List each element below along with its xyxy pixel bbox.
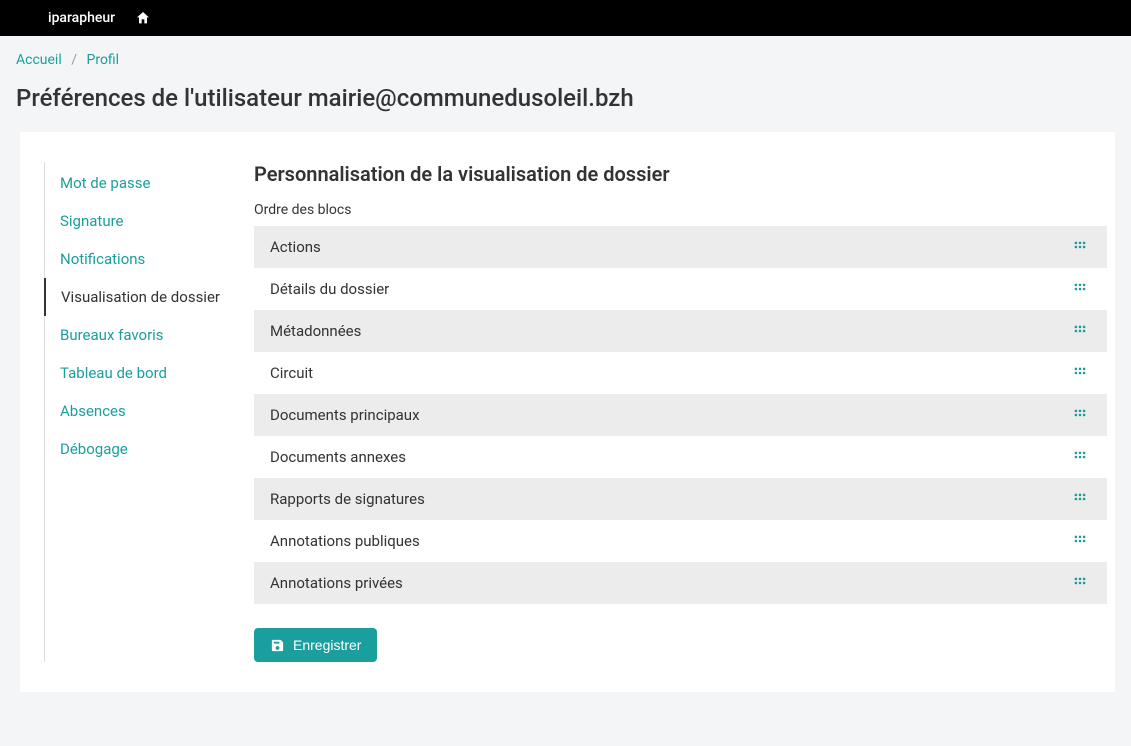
sidebar-item-label: Tableau de bord [60,364,167,382]
block-row[interactable]: Annotations publiques [254,520,1107,562]
sidebar-item-label: Mot de passe [60,174,150,192]
sidebar-item-label: Absences [60,402,126,420]
drag-handle-icon[interactable] [1069,488,1091,510]
block-row[interactable]: Métadonnées [254,310,1107,352]
block-row[interactable]: Actions [254,226,1107,268]
main-panel: Personnalisation de la visualisation de … [254,162,1115,662]
sidebar-item[interactable]: Visualisation de dossier [44,278,234,316]
drag-handle-icon[interactable] [1069,278,1091,300]
sidebar-item-label: Visualisation de dossier [61,288,220,306]
section-title: Personnalisation de la visualisation de … [254,162,1107,186]
block-label: Documents annexes [270,448,406,466]
sidebar-item[interactable]: Bureaux favoris [44,316,234,354]
drag-handle-icon[interactable] [1069,404,1091,426]
sidebar-item[interactable]: Signature [44,202,234,240]
block-label: Détails du dossier [270,280,389,298]
blocks-list: Actions Détails du dossier Métadonnées Circ… [254,226,1107,604]
home-icon[interactable] [135,10,151,26]
breadcrumb: Accueil / Profil [16,52,1115,68]
sidebar-item-label: Bureaux favoris [60,326,164,344]
block-label: Métadonnées [270,322,361,340]
drag-handle-icon[interactable] [1069,320,1091,342]
drag-handle-icon[interactable] [1069,530,1091,552]
block-row[interactable]: Annotations privées [254,562,1107,604]
drag-handle-icon[interactable] [1069,236,1091,258]
breadcrumb-current[interactable]: Profil [87,52,120,68]
block-row[interactable]: Détails du dossier [254,268,1107,310]
block-row[interactable]: Documents principaux [254,394,1107,436]
sidebar-item[interactable]: Débogage [44,430,234,468]
block-label: Annotations publiques [270,532,420,550]
block-label: Circuit [270,364,313,382]
breadcrumb-separator: / [71,52,77,68]
block-label: Documents principaux [270,406,420,424]
sidebar-item[interactable]: Absences [44,392,234,430]
page-title: Préférences de l'utilisateur mairie@comm… [16,84,1115,112]
drag-handle-icon[interactable] [1069,362,1091,384]
sidebar-item-label: Débogage [60,440,128,458]
sidebar-item[interactable]: Notifications [44,240,234,278]
sidebar-item[interactable]: Tableau de bord [44,354,234,392]
content-card: Mot de passe Signature Notifications Visual… [20,132,1115,692]
sidebar-item-label: Notifications [60,250,145,268]
block-row[interactable]: Documents annexes [254,436,1107,478]
sidebar: Mot de passe Signature Notifications Visual… [44,162,234,662]
breadcrumb-home[interactable]: Accueil [16,52,62,68]
top-bar: iparapheur [0,0,1131,36]
drag-handle-icon[interactable] [1069,572,1091,594]
block-label: Actions [270,238,321,256]
block-row[interactable]: Rapports de signatures [254,478,1107,520]
save-button-label: Enregistrer [293,637,361,653]
block-label: Annotations privées [270,574,403,592]
save-button[interactable]: Enregistrer [254,628,377,662]
subsection-label: Ordre des blocs [254,202,1107,218]
save-icon [270,638,285,653]
container: Accueil / Profil Préférences de l'utilis… [0,36,1131,708]
sidebar-item-label: Signature [60,212,124,230]
block-row[interactable]: Circuit [254,352,1107,394]
sidebar-item[interactable]: Mot de passe [44,164,234,202]
block-label: Rapports de signatures [270,490,425,508]
drag-handle-icon[interactable] [1069,446,1091,468]
app-name: iparapheur [20,10,115,26]
